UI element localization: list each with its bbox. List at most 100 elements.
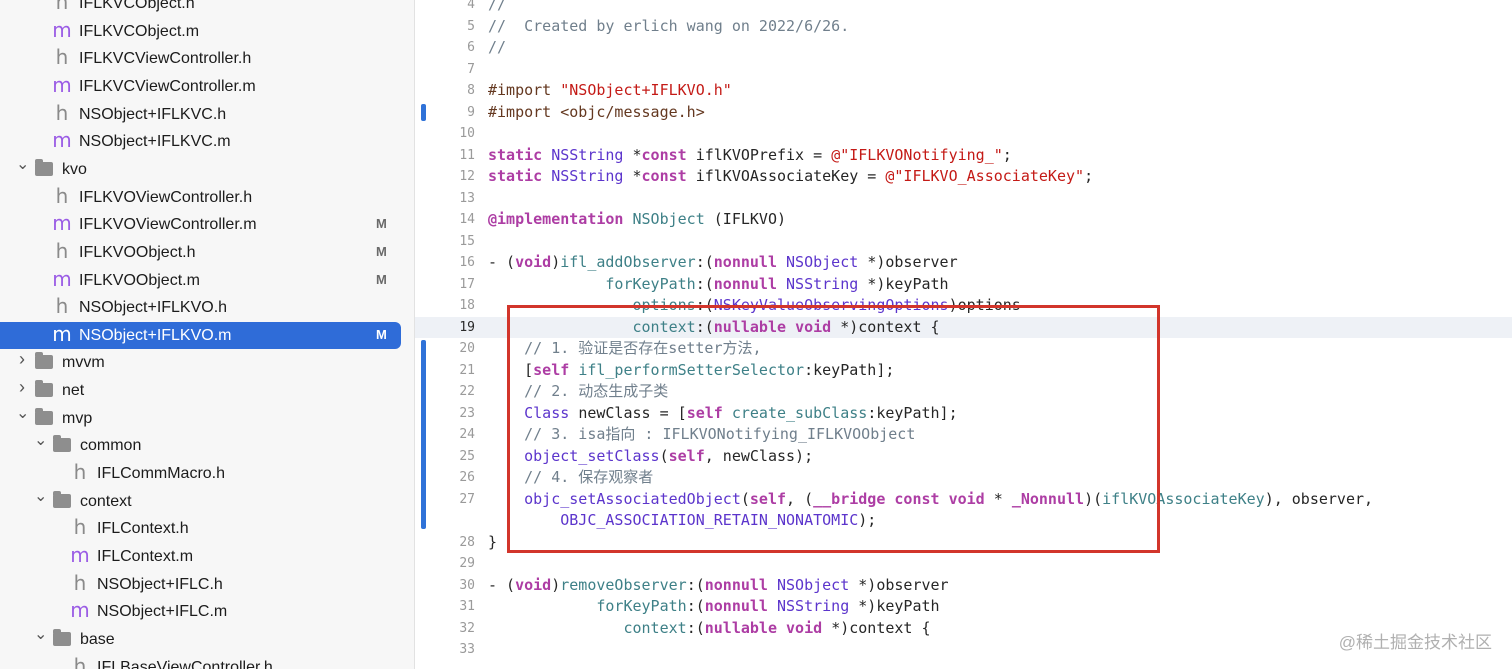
code-line[interactable]: 8 #import "NSObject+IFLKVO.h" (415, 80, 1512, 101)
file-label: NSObject+IFLKVO.m (79, 327, 232, 344)
code-token: *)observer (858, 576, 949, 594)
header-file-icon: h (55, 239, 69, 263)
folder-row[interactable]: ⌄ context (0, 488, 414, 515)
file-row[interactable]: h NSObject+IFLKVC.h (0, 101, 414, 128)
file-label: NSObject+IFLC.h (97, 576, 223, 593)
folder-label: mvp (62, 410, 93, 427)
file-row[interactable]: m IFLKVCObject.m (0, 18, 414, 45)
folder-icon (35, 380, 53, 397)
folder-row[interactable]: ⌄ kvo (0, 156, 414, 183)
code-line[interactable]: 13 (415, 188, 1512, 209)
chevron-right-icon[interactable]: › (16, 377, 28, 398)
file-row[interactable]: h IFLKVOObject.h M (0, 239, 414, 266)
line-number: 19 (459, 320, 475, 335)
file-label: NSObject+IFLKVC.m (79, 133, 231, 150)
folder-row[interactable]: ⌄ base (0, 626, 414, 653)
file-label: IFLContext.h (97, 520, 189, 537)
code-line[interactable]: 10 (415, 123, 1512, 144)
code-line[interactable]: 16 - (void)ifl_addObserver:(nonnull NSObj… (415, 252, 1512, 273)
line-number: 10 (459, 126, 475, 141)
file-row[interactable]: h NSObject+IFLC.h (0, 571, 414, 598)
file-row[interactable]: h IFLKVCViewController.h (0, 45, 414, 72)
file-row[interactable]: h IFLKVCObject.h (0, 0, 414, 17)
file-label: IFLBaseViewController.h (97, 659, 273, 669)
code-token: ; (1002, 146, 1012, 164)
code-token: *)keyPath (858, 597, 940, 615)
header-file-icon: h (73, 460, 87, 484)
code-line[interactable]: 30 - (void)removeObserver:(nonnull NSObje… (415, 575, 1512, 596)
code-token: ) (551, 253, 561, 271)
code-line[interactable]: 6 // (415, 37, 1512, 58)
code-token: nonnull (704, 597, 777, 615)
file-row[interactable]: h NSObject+IFLKVO.h (0, 294, 414, 321)
code-line[interactable]: 17 forKeyPath:(nonnull NSString *)keyPat… (415, 274, 1512, 295)
file-label: IFLKVOViewController.h (79, 189, 253, 206)
code-line[interactable]: 9 #import <objc/message.h> (415, 102, 1512, 123)
code-line[interactable]: 12 static NSString *const iflKVOAssociate… (415, 166, 1512, 187)
code-line[interactable]: 4 // (415, 0, 1512, 15)
code-text: @implementation NSObject (IFLKVO) (488, 209, 786, 230)
code-token: "NSObject+IFLKVO.h" (560, 81, 732, 99)
file-row[interactable]: m NSObject+IFLKVO.m M (0, 322, 414, 349)
line-number: 32 (459, 621, 475, 636)
header-file-icon: h (55, 184, 69, 208)
file-label: IFLKVCViewController.m (79, 78, 256, 95)
code-token: nonnull (704, 576, 777, 594)
code-token: context (623, 619, 687, 637)
file-row[interactable]: h IFLKVOViewController.h (0, 184, 414, 211)
file-row[interactable]: m IFLContext.m (0, 543, 414, 570)
chevron-right-icon[interactable]: › (16, 349, 28, 370)
file-row[interactable]: m IFLKVOViewController.m M (0, 211, 414, 238)
chevron-down-icon[interactable]: ⌄ (34, 430, 47, 450)
line-number: 7 (467, 62, 475, 77)
code-token: nonnull (713, 253, 787, 271)
chevron-down-icon[interactable]: ⌄ (34, 486, 47, 506)
code-token: NSObject (786, 253, 868, 271)
folder-icon (53, 629, 71, 646)
code-token: :( (686, 597, 705, 615)
code-line[interactable]: 29 (415, 553, 1512, 574)
folder-row[interactable]: ⌄ common (0, 432, 414, 459)
code-line[interactable]: 11 static NSString *const iflKVOPrefix = … (415, 145, 1512, 166)
folder-icon (53, 435, 71, 452)
file-label: IFLKVOObject.m (79, 272, 200, 289)
code-line[interactable]: 15 (415, 231, 1512, 252)
code-line[interactable]: 5 // Created by erlich wang on 2022/6/26. (415, 16, 1512, 37)
chevron-down-icon[interactable]: ⌄ (34, 624, 47, 644)
code-text: } (488, 532, 497, 553)
file-label: NSObject+IFLKVC.h (79, 106, 227, 123)
header-file-icon: h (55, 0, 69, 14)
code-token: } (488, 533, 498, 551)
folder-row[interactable]: › net (0, 377, 414, 404)
file-row[interactable]: m IFLKVCViewController.m (0, 73, 414, 100)
code-line[interactable]: 14 @implementation NSObject (IFLKVO) (415, 209, 1512, 230)
code-token: // (488, 38, 507, 56)
folder-row[interactable]: › mvvm (0, 349, 414, 376)
code-line[interactable]: 31 forKeyPath:(nonnull NSString *)keyPat… (415, 596, 1512, 617)
code-token: ), observer, (1264, 490, 1374, 508)
file-row[interactable]: m NSObject+IFLC.m (0, 598, 414, 625)
code-token: :( (695, 275, 714, 293)
file-row[interactable]: h IFLContext.h (0, 515, 414, 542)
code-line[interactable]: 7 (415, 59, 1512, 80)
file-row[interactable]: m IFLKVOObject.m M (0, 267, 414, 294)
file-row[interactable]: h IFLBaseViewController.h (0, 654, 414, 669)
line-number: 17 (459, 277, 475, 292)
line-number: 33 (459, 642, 475, 657)
chevron-down-icon[interactable]: ⌄ (16, 403, 29, 423)
code-token: static (488, 146, 552, 164)
code-text: // (488, 0, 506, 15)
file-row[interactable]: m NSObject+IFLKVC.m (0, 128, 414, 155)
code-token: // Created by erlich wang on 2022/6/26. (488, 17, 850, 35)
file-label: IFLContext.m (97, 548, 194, 565)
code-text: forKeyPath:(nonnull NSString *)keyPath (488, 274, 948, 295)
code-token: :( (686, 619, 705, 637)
file-row[interactable]: h IFLCommMacro.h (0, 460, 414, 487)
code-text: #import <objc/message.h> (488, 102, 705, 123)
project-navigator: h IFLKVCObject.h m IFLKVCObject.m h IFLKVCVie… (0, 0, 415, 669)
chevron-down-icon[interactable]: ⌄ (16, 154, 29, 174)
code-token: void (786, 619, 832, 637)
folder-row[interactable]: ⌄ mvp (0, 405, 414, 432)
